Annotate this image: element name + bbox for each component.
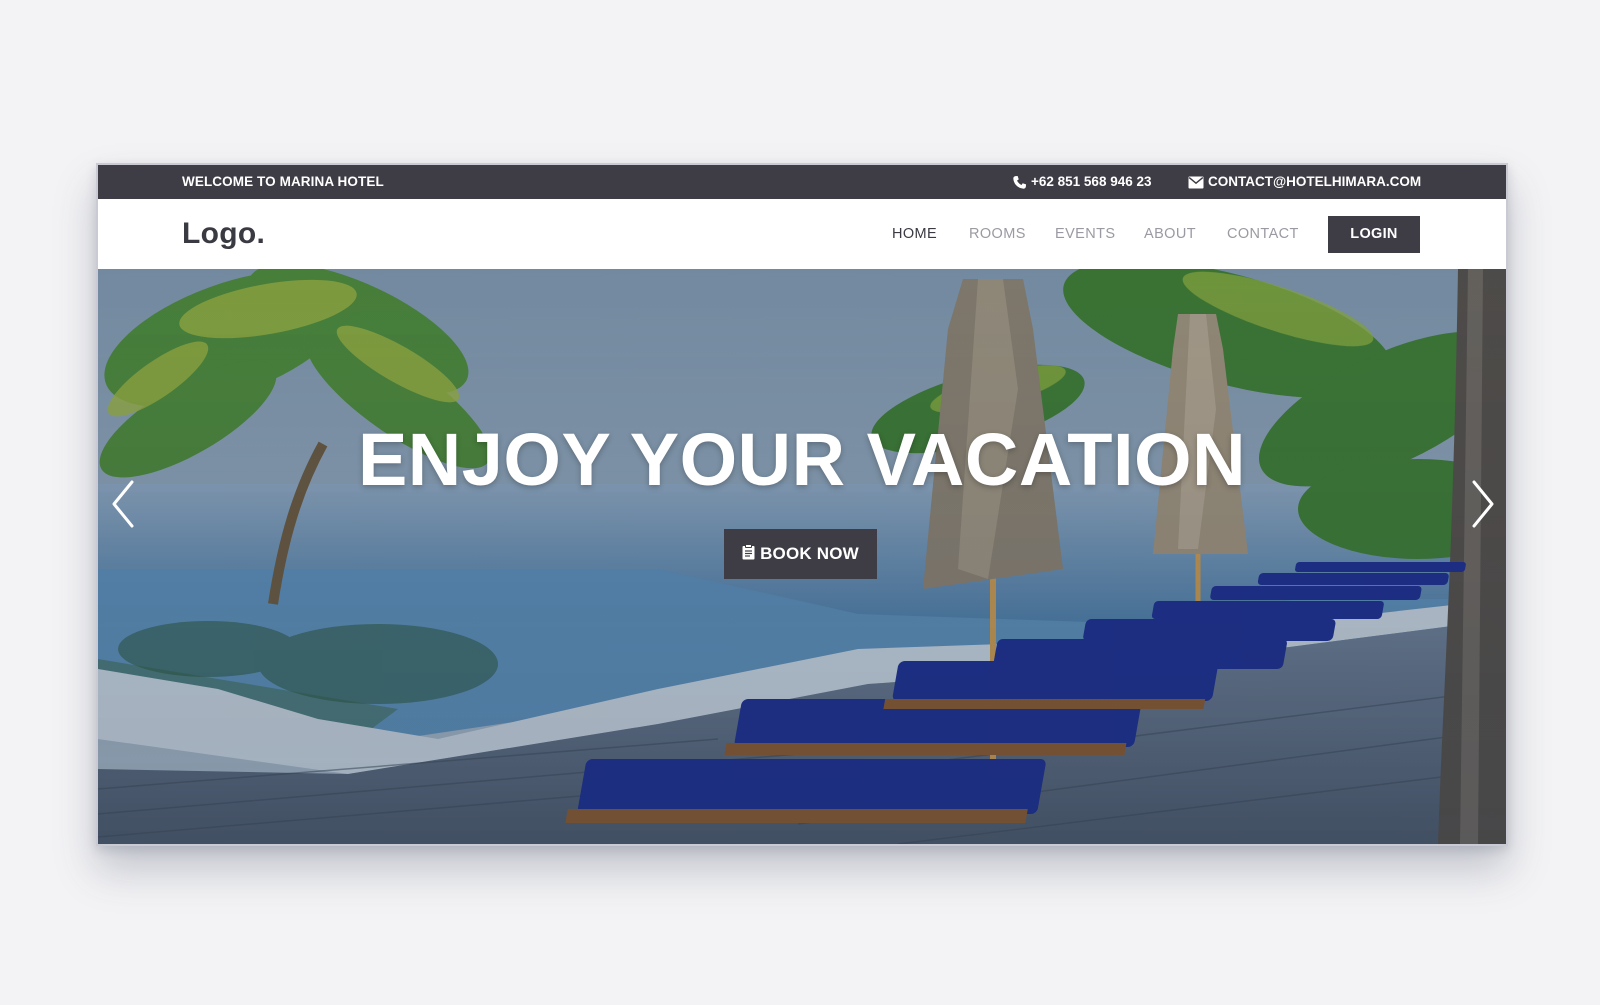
envelope-icon (1188, 176, 1204, 189)
email-contact[interactable]: CONTACT@HOTELHIMARA.COM (1188, 165, 1421, 199)
website-preview: WELCOME TO MARINA HOTEL +62 851 568 946 … (96, 163, 1508, 846)
slider-next-button[interactable] (1462, 479, 1502, 529)
chevron-right-icon (1462, 480, 1502, 533)
email-address: CONTACT@HOTELHIMARA.COM (1208, 174, 1422, 189)
welcome-text: WELCOME TO MARINA HOTEL (182, 174, 384, 189)
chevron-left-icon (104, 480, 144, 533)
book-now-label: BOOK NOW (760, 544, 859, 563)
top-info-bar: WELCOME TO MARINA HOTEL +62 851 568 946 … (98, 165, 1506, 199)
nav-item-contact[interactable]: CONTACT (1227, 199, 1299, 269)
login-button[interactable]: LOGIN (1328, 216, 1420, 253)
clipboard-icon (742, 543, 755, 565)
nav-item-about[interactable]: ABOUT (1144, 199, 1196, 269)
phone-contact[interactable]: +62 851 568 946 23 (1012, 165, 1152, 199)
nav-item-home[interactable]: HOME (892, 199, 937, 269)
hero-slider: ENJOY YOUR VACATION BOOK NOW (98, 269, 1506, 844)
nav-item-rooms[interactable]: ROOMS (969, 199, 1026, 269)
slider-prev-button[interactable] (104, 479, 144, 529)
nav-item-events[interactable]: EVENTS (1055, 199, 1115, 269)
main-navbar: Logo. HOME ROOMS EVENTS ABOUT CONTACT LO… (98, 199, 1506, 269)
hero-title: ENJOY YOUR VACATION (357, 418, 1247, 501)
phone-icon (1012, 175, 1027, 190)
book-now-button[interactable]: BOOK NOW (724, 529, 877, 579)
phone-number: +62 851 568 946 23 (1031, 174, 1152, 189)
site-logo[interactable]: Logo. (182, 199, 265, 269)
